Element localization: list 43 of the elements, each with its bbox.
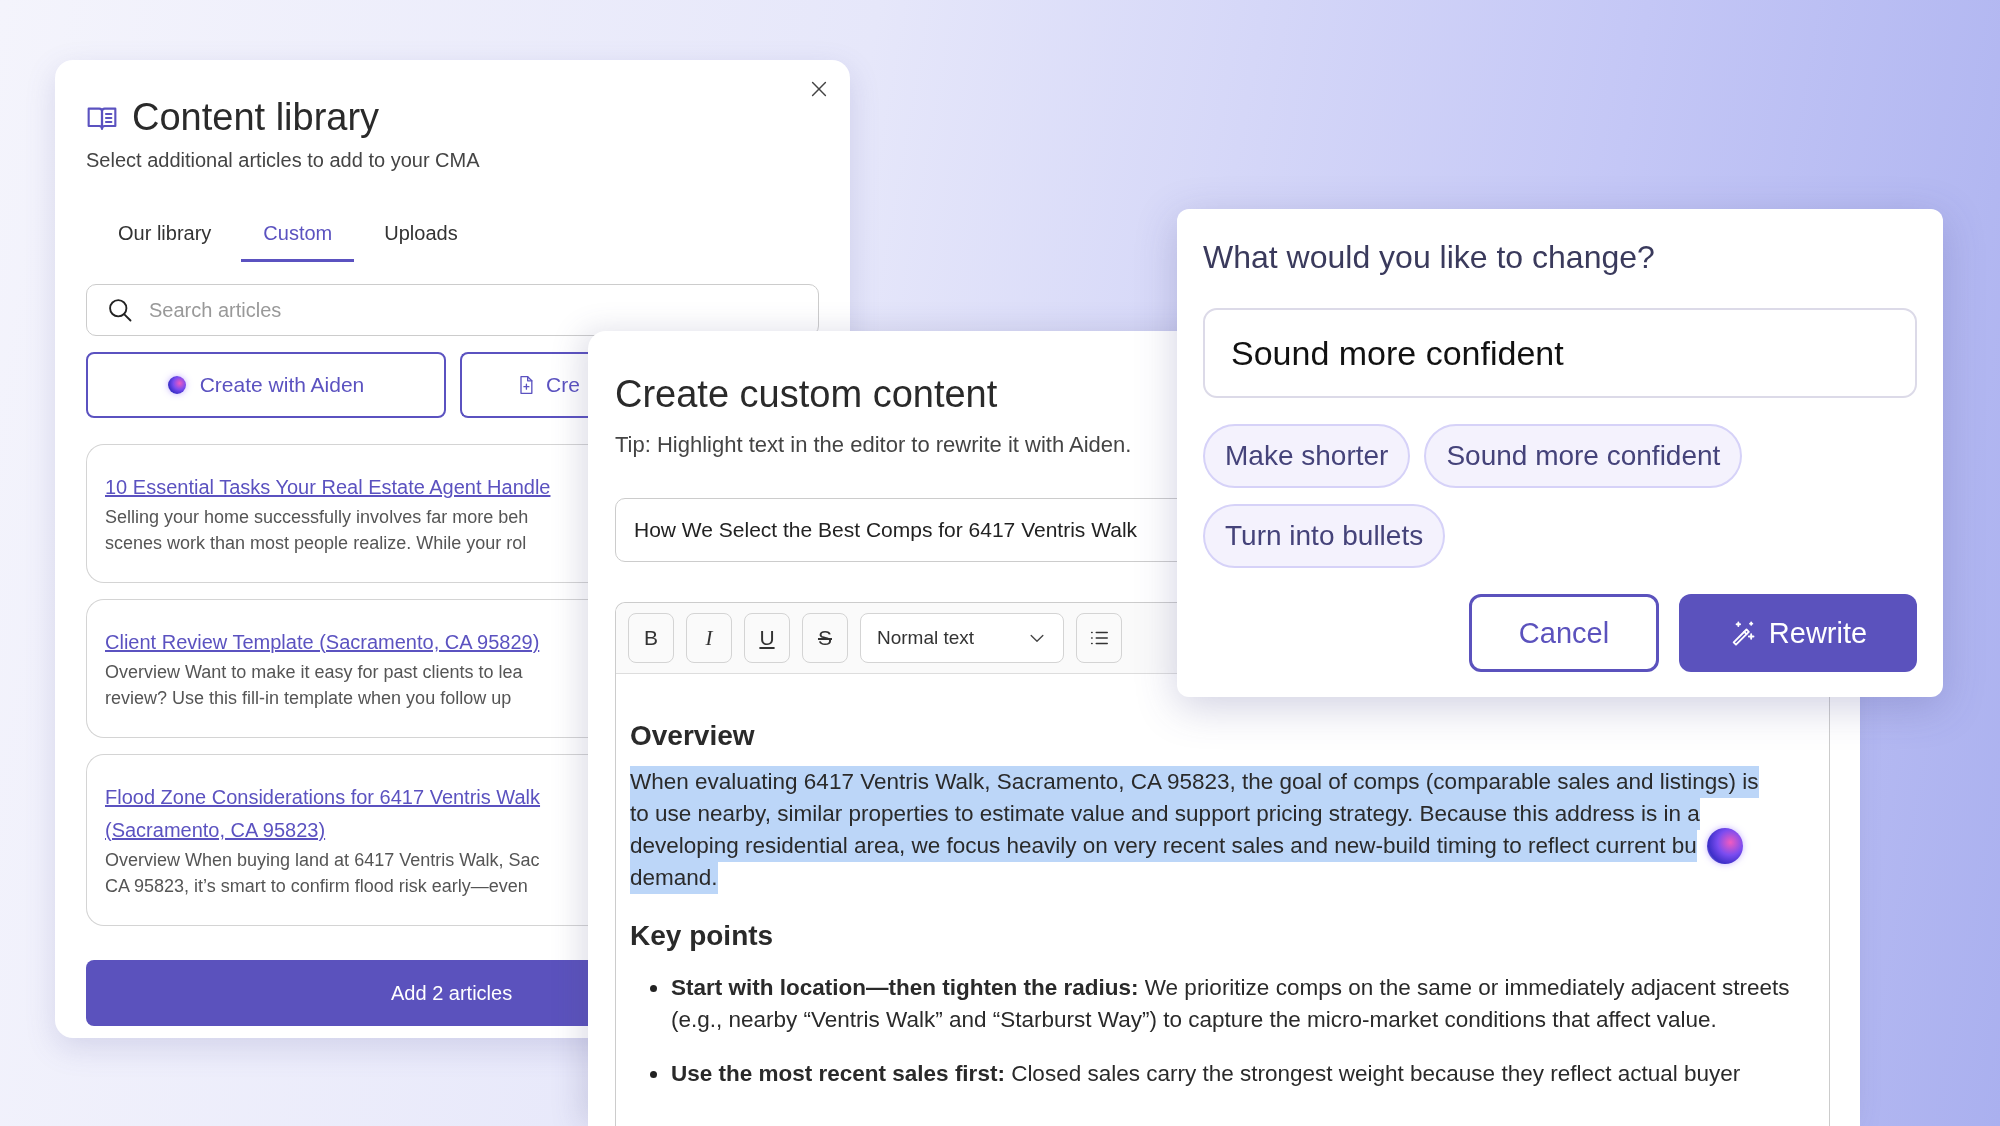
- article-excerpt: Overview Want to make it easy for past clients to lea: [105, 661, 523, 684]
- article-excerpt: review? Use this fill-in template when you follow up: [105, 687, 512, 710]
- article-excerpt: CA 95823, it’s smart to confirm flood risk early—even: [105, 875, 528, 898]
- tab[interactable]: Custom: [241, 214, 355, 262]
- rewrite-button[interactable]: Rewrite: [1679, 594, 1917, 672]
- bold-button[interactable]: B: [628, 613, 674, 663]
- section-heading: Overview: [630, 720, 756, 752]
- strikethrough-button[interactable]: S: [802, 613, 848, 663]
- gradient-orb-icon: [1706, 828, 1743, 864]
- create-button[interactable]: Create with Aiden: [86, 352, 446, 418]
- article-link[interactable]: 10 Essential Tasks Your Real Estate Agent Handle: [105, 471, 551, 504]
- bullet-icon: [650, 985, 657, 992]
- editor-title: Create custom content: [615, 373, 999, 416]
- suggestion-chip[interactable]: Turn into bullets: [1203, 504, 1446, 568]
- underline-button[interactable]: U: [744, 613, 790, 663]
- tab[interactable]: Uploads: [362, 214, 480, 262]
- bullet-text: Start with location—then tighten the radius: We prioritize comps on the same or immediately adjacent streets (e.g., nearby “Ventris Walk” and “Starburst Way”) to capture the micro-market conditions that affect value.: [671, 974, 1791, 1034]
- article-link[interactable]: (Sacramento, CA 95823): [105, 814, 326, 847]
- tip-text: Tip: Highlight text in the editor to rewrite it with Aiden.: [615, 432, 1132, 458]
- panel-subtitle: Select additional articles to add to your CMA: [86, 149, 481, 172]
- article-link[interactable]: Client Review Template (Sacramento, CA 95829): [105, 626, 540, 659]
- tab[interactable]: Our library: [96, 214, 234, 262]
- article-link[interactable]: Flood Zone Considerations for 6417 Ventris Walk: [105, 781, 541, 814]
- cancel-button[interactable]: Cancel: [1469, 594, 1659, 672]
- panel-title: Content library: [132, 96, 380, 139]
- italic-button[interactable]: I: [686, 613, 732, 663]
- bullet-text: Use the most recent sales first: Closed sales carry the strongest weight because they reflect actual buyer: [671, 1060, 1742, 1088]
- article-excerpt: scenes work than most people realize. While your rol: [105, 532, 527, 555]
- list-button[interactable]: [1076, 613, 1122, 663]
- text-style-dropdown[interactable]: Normal text: [860, 613, 1064, 663]
- add-articles-button[interactable]: Add 2 articles: [86, 960, 588, 1026]
- article-excerpt: Selling your home successfully involves far more beh: [105, 506, 529, 529]
- suggestion-chip[interactable]: Make shorter: [1203, 424, 1411, 488]
- create-button[interactable]: Cre: [460, 352, 588, 418]
- section-heading: Key points: [630, 920, 775, 952]
- suggestion-chip[interactable]: Sound more confident: [1424, 424, 1743, 488]
- search-field[interactable]: Search articles: [86, 284, 819, 336]
- popup-title: What would you like to change?: [1203, 239, 1656, 276]
- instruction-field[interactable]: Sound more confident: [1203, 308, 1917, 398]
- search-icon: [106, 296, 134, 324]
- article-excerpt: Overview When buying land at 6417 Ventris Walk, Sac: [105, 849, 540, 872]
- bullet-icon: [650, 1071, 657, 1078]
- gradient-orb-icon: [167, 376, 186, 394]
